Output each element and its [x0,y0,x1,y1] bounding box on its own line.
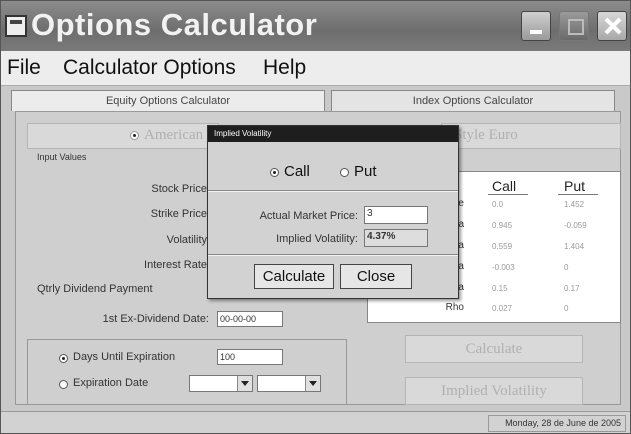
close-icon[interactable] [597,11,627,41]
days-until-expiration-label: Days Until Expiration [73,351,176,363]
dividend-payment-label: Qtrly Dividend Payment [37,283,153,295]
tab-index-options[interactable]: Index Options Calculator [331,90,615,111]
call-header-underline [488,194,528,195]
put-value: 0 [564,263,569,272]
implied-volatility-label: Implied Volatility: [276,233,358,245]
american-style-option[interactable]: American [27,123,219,149]
call-value: 0.027 [492,304,513,313]
put-column-header: Put [564,178,586,194]
call-value: 0.945 [492,221,513,230]
put-header-underline [558,194,598,195]
maximize-icon[interactable] [559,11,589,41]
menu-file[interactable]: File [7,56,41,80]
european-style-option[interactable]: Style Euro [441,123,621,149]
dialog-separator [208,254,458,256]
american-style-radio[interactable] [130,131,139,140]
stock-price-label: Stock Price [151,183,207,195]
call-value: 0.559 [492,242,513,251]
expiration-date-label: Expiration Date [73,377,149,389]
call-column-header: Call [492,178,517,194]
status-date: Monday, 28 de June de 2005 [488,415,626,432]
expiration-date-radio[interactable] [59,380,68,389]
options-calculator-window: Options Calculator File Calculator Optio… [0,0,631,434]
dialog-separator [208,190,458,192]
calculate-button[interactable]: Calculate [405,335,583,363]
expiration-month-select[interactable] [189,375,253,392]
market-price-label: Actual Market Price: [259,210,358,222]
put-value: -0.059 [564,221,587,230]
put-value: 1.404 [564,242,585,251]
call-radio[interactable] [270,168,279,177]
strike-price-label: Strike Price [150,208,207,220]
ex-dividend-date-field[interactable]: 00-00-00 [217,311,283,327]
row-label: Rho [445,302,464,313]
calculator-app-icon [5,15,27,37]
expiration-group [27,339,347,405]
minimize-icon[interactable] [521,11,551,41]
interest-rate-label: Interest Rate [144,259,207,271]
menu-help[interactable]: Help [263,56,306,80]
put-value: 1.452 [564,200,585,209]
expiration-year-select[interactable] [257,375,321,392]
ex-dividend-date-label: 1st Ex-Dividend Date: [102,313,209,325]
window-title: Options Calculator [31,7,318,42]
american-style-label: American [144,127,204,143]
implied-volatility-button[interactable]: Implied Volatility [405,377,583,405]
chevron-down-icon [237,376,252,391]
call-value: -0.003 [492,263,515,272]
dialog-title[interactable]: Implied Volatility [208,126,458,142]
call-value: 0.0 [492,200,504,209]
dialog-close-button[interactable]: Close [340,264,412,289]
put-value: 0.17 [564,284,580,293]
title-bar[interactable]: Options Calculator [1,1,630,51]
menu-calculator-options[interactable]: Calculator Options [63,56,236,80]
call-label: Call [284,163,310,180]
dialog-calculate-button[interactable]: Calculate [254,264,334,289]
status-bar: Monday, 28 de June de 2005 [1,411,630,433]
european-style-label: Style Euro [454,127,518,143]
days-until-expiration-field[interactable]: 100 [217,349,283,365]
days-until-expiration-radio[interactable] [59,354,68,363]
market-price-field[interactable]: 3 [364,206,428,224]
tab-equity-options[interactable]: Equity Options Calculator [11,90,325,111]
input-values-label: Input Values [37,152,87,162]
put-radio[interactable] [340,168,349,177]
put-label: Put [354,163,377,180]
call-value: 0.15 [492,284,508,293]
volatility-label: Volatility [166,234,207,246]
implied-volatility-dialog: Implied Volatility Call Put Actual Marke… [207,125,459,299]
menu-bar: File Calculator Options Help [1,51,630,86]
implied-volatility-value: 4.37% [364,229,428,247]
chevron-down-icon [305,376,320,391]
put-value: 0 [564,304,569,313]
